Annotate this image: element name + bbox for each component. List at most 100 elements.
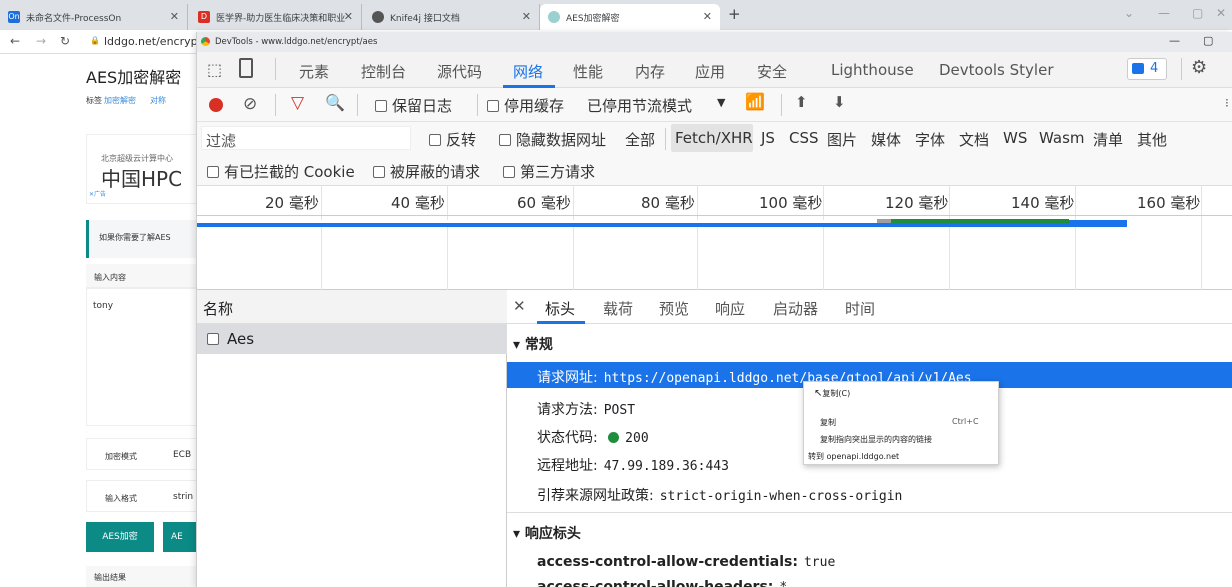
network-overview-timeline[interactable]: 20 毫秒 40 毫秒 60 毫秒 80 毫秒 100 毫秒 120 毫秒 14… xyxy=(197,186,1232,290)
format-select[interactable]: strin xyxy=(173,492,193,502)
tab-response[interactable]: 响应 xyxy=(715,298,745,319)
search-icon[interactable]: 🔍 xyxy=(325,93,345,112)
tab-search-icon[interactable]: ⌄ xyxy=(1124,6,1134,20)
minimize-icon[interactable]: — xyxy=(1158,6,1170,20)
blocked-requests-checkbox[interactable]: 被屏蔽的请求 xyxy=(373,161,480,182)
menu-item-copy-value[interactable]: ↖复制(C) xyxy=(814,388,850,399)
tab-headers[interactable]: 标头 xyxy=(545,298,575,319)
filter-type-media[interactable]: 媒体 xyxy=(871,129,901,150)
tab-preview[interactable]: 预览 xyxy=(659,298,689,319)
filter-type-doc[interactable]: 文档 xyxy=(959,129,989,150)
filter-icon[interactable]: ▽ xyxy=(291,93,304,113)
close-icon[interactable]: ✕ xyxy=(703,10,712,23)
tab-lighthouse[interactable]: Lighthouse xyxy=(831,61,914,79)
device-toolbar-icon[interactable] xyxy=(239,58,253,78)
section-general[interactable]: ▾ 常规 xyxy=(513,334,553,354)
maximize-icon[interactable]: ▢ xyxy=(1192,6,1203,20)
key-label: 引荐来源网址政策: xyxy=(537,488,654,504)
filter-input[interactable]: 过滤 xyxy=(201,126,411,150)
filter-type-font[interactable]: 字体 xyxy=(915,129,945,150)
blocked-cookies-checkbox[interactable]: 有已拦截的 Cookie xyxy=(207,161,355,182)
new-tab-button[interactable]: + xyxy=(728,5,741,23)
tag-link[interactable]: 加密解密 xyxy=(104,95,136,106)
back-icon[interactable]: ← xyxy=(10,34,20,48)
tab-memory[interactable]: 内存 xyxy=(635,61,665,82)
menu-item-copy[interactable]: 复制 xyxy=(820,417,836,428)
address-input[interactable]: lddgo.net/encryp xyxy=(104,35,198,48)
request-list-header[interactable]: 名称 xyxy=(197,290,507,324)
filter-type-js[interactable]: JS xyxy=(761,129,775,147)
forward-icon[interactable]: → xyxy=(36,34,46,48)
third-party-checkbox[interactable]: 第三方请求 xyxy=(503,161,595,182)
tab-network[interactable]: 网络 xyxy=(513,61,543,82)
inspect-element-icon[interactable]: ⬚ xyxy=(207,60,222,79)
aes-site-icon xyxy=(548,11,560,23)
tab-sources[interactable]: 源代码 xyxy=(437,61,482,82)
filter-type-manifest[interactable]: 清单 xyxy=(1093,129,1123,150)
maximize-icon[interactable]: ▢ xyxy=(1203,34,1213,47)
more-icon[interactable]: ⁝ xyxy=(1225,96,1229,110)
tab-initiator[interactable]: 启动器 xyxy=(773,298,818,319)
filter-type-other[interactable]: 其他 xyxy=(1137,129,1167,150)
tag-link[interactable]: 对称 xyxy=(150,95,166,106)
header-value: true xyxy=(803,555,836,570)
request-list: 名称 Aes xyxy=(197,290,507,587)
tick-baseline xyxy=(197,215,1232,216)
menu-item-copy-link[interactable]: 复制指向突出显示的内容的链接 xyxy=(820,434,932,445)
input-textarea[interactable]: tony xyxy=(86,288,196,426)
preserve-log-checkbox[interactable]: 保留日志 xyxy=(375,95,452,116)
tab-payload[interactable]: 载荷 xyxy=(603,298,633,319)
filter-type-img[interactable]: 图片 xyxy=(827,129,857,150)
network-conditions-icon[interactable]: 📶 xyxy=(745,92,765,111)
hide-data-urls-checkbox[interactable]: 隐藏数据网址 xyxy=(499,129,606,150)
gear-icon[interactable]: ⚙ xyxy=(1191,57,1207,78)
reload-icon[interactable]: ↻ xyxy=(60,34,70,48)
chevron-down-icon[interactable]: ▼ xyxy=(717,96,725,109)
export-har-icon[interactable]: ⬇ xyxy=(833,93,846,111)
filter-type-ws[interactable]: WS xyxy=(1003,129,1027,147)
clear-icon[interactable]: ⊘ xyxy=(243,94,257,114)
grid-line xyxy=(1075,186,1076,290)
close-icon[interactable]: ✕ xyxy=(170,10,179,23)
request-method-row: 请求方法: POST xyxy=(537,399,635,419)
throttle-select[interactable]: 已停用节流模式 xyxy=(587,95,692,116)
timeline-tick: 60 毫秒 xyxy=(517,194,571,212)
tab-security[interactable]: 安全 xyxy=(757,61,787,82)
ad-banner[interactable]: 北京超级云计算中心 中国HPC ✕广告 xyxy=(86,134,196,204)
issues-button[interactable]: 4 xyxy=(1127,58,1167,80)
browser-tab[interactable]: On 未命名文件-ProcessOn ✕ xyxy=(0,4,188,30)
filter-type-css[interactable]: CSS xyxy=(789,129,819,147)
encrypt-button[interactable]: AES加密 xyxy=(86,522,154,552)
record-icon[interactable] xyxy=(209,98,223,112)
info-box: 如果你需要了解AES xyxy=(86,220,196,258)
tab-devtools-styler[interactable]: Devtools Styler xyxy=(939,61,1054,79)
method-value: POST xyxy=(603,403,636,418)
import-har-icon[interactable]: ⬆ xyxy=(795,93,808,111)
menu-item-goto[interactable]: 转到 openapi.lddgo.net xyxy=(808,451,899,462)
close-icon[interactable]: ✕ xyxy=(344,10,353,23)
browser-tab-strip: On 未命名文件-ProcessOn ✕ D 医学界-助力医生临床决策和职业..… xyxy=(0,0,1232,30)
tab-console[interactable]: 控制台 xyxy=(361,61,406,82)
close-window-icon[interactable]: ✕ xyxy=(1216,6,1226,20)
filter-type-fetch-xhr[interactable]: Fetch/XHR xyxy=(675,129,753,147)
ad-mark[interactable]: ✕广告 xyxy=(89,189,106,198)
tab-elements[interactable]: 元素 xyxy=(299,61,329,82)
close-icon[interactable]: ✕ xyxy=(513,297,526,315)
browser-tab-active[interactable]: AES加密解密 ✕ xyxy=(540,4,720,30)
mode-select[interactable]: ECB xyxy=(173,450,191,460)
close-icon[interactable]: ✕ xyxy=(522,10,531,23)
key-label: 请求方法: xyxy=(537,402,598,418)
section-title: 响应标头 xyxy=(524,526,581,542)
browser-tab[interactable]: Knife4j 接口文档 ✕ xyxy=(364,4,540,30)
filter-type-wasm[interactable]: Wasm xyxy=(1039,129,1085,147)
invert-checkbox[interactable]: 反转 xyxy=(429,129,476,150)
section-response-headers[interactable]: ▾ 响应标头 xyxy=(513,523,581,543)
tab-application[interactable]: 应用 xyxy=(695,61,725,82)
disable-cache-checkbox[interactable]: 停用缓存 xyxy=(487,95,564,116)
browser-tab[interactable]: D 医学界-助力医生临床决策和职业... ✕ xyxy=(190,4,362,30)
tab-performance[interactable]: 性能 xyxy=(573,61,603,82)
filter-all[interactable]: 全部 xyxy=(625,129,655,150)
tab-timing[interactable]: 时间 xyxy=(845,298,875,319)
request-row[interactable]: Aes xyxy=(197,324,507,354)
minimize-icon[interactable]: — xyxy=(1169,34,1180,47)
